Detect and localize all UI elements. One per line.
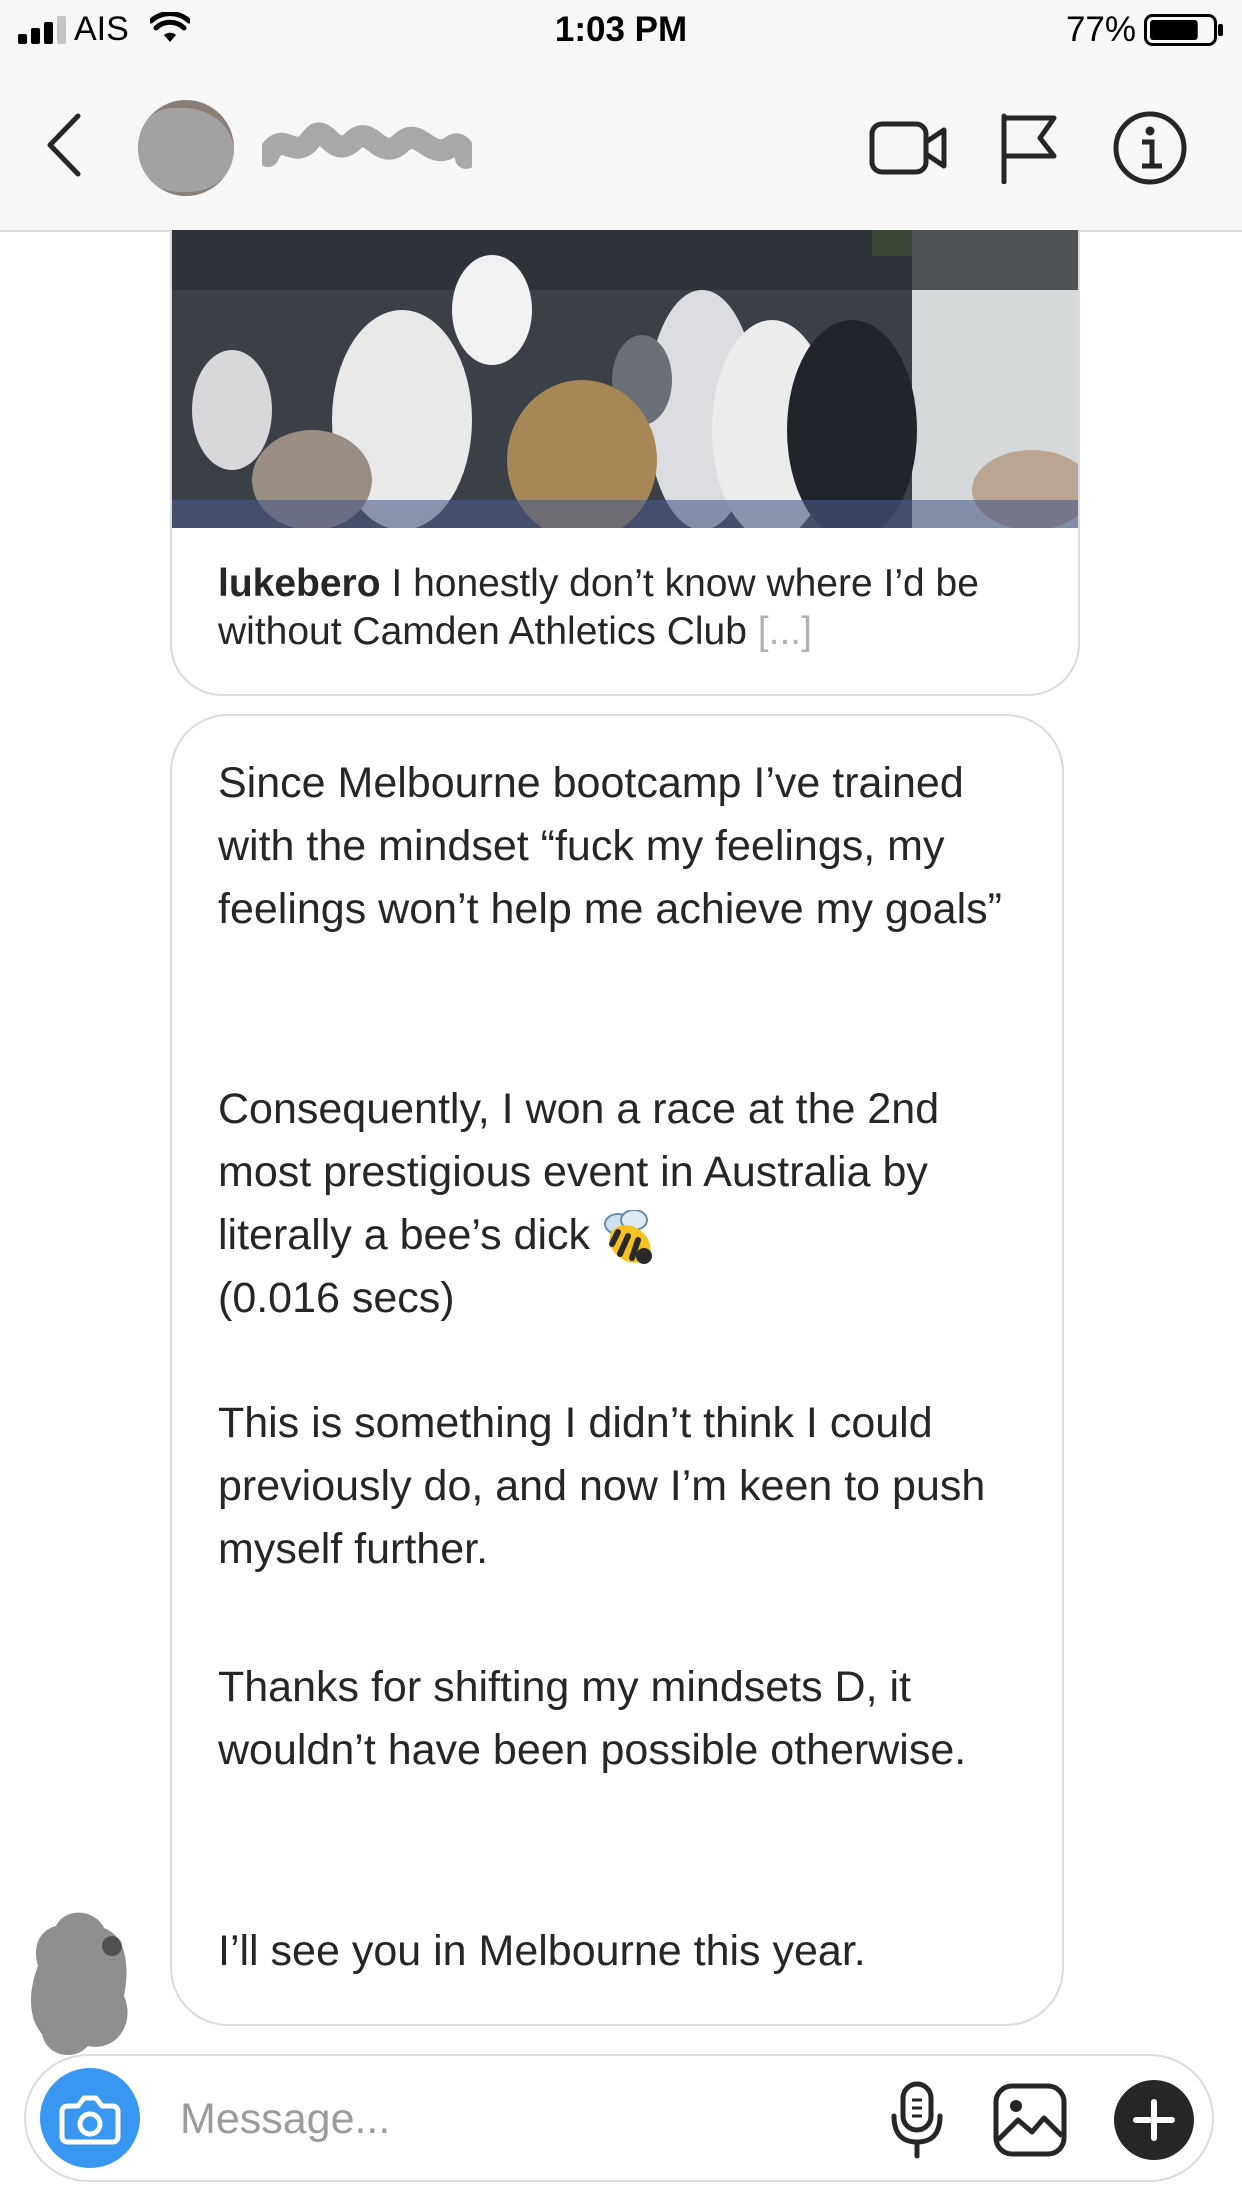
battery-percentage: 77% — [1065, 10, 1136, 49]
message-composer — [24, 2054, 1214, 2182]
message-bubble[interactable]: Since Melbourne bootcamp I’ve trained wi… — [170, 714, 1064, 2026]
battery-icon — [1144, 14, 1223, 46]
shared-post-card[interactable]: lukebero I honestly don’t know where I’d… — [170, 230, 1080, 696]
message-paragraph: Thanks for shifting my mindsets D, it wo… — [218, 1663, 967, 1774]
message-paragraph-text: (0.016 secs) — [218, 1274, 455, 1322]
redacted-username[interactable] — [262, 118, 472, 174]
conversation-header — [0, 62, 1242, 232]
caption-ellipsis[interactable]: [...] — [758, 610, 812, 653]
sender-avatar[interactable] — [26, 1906, 138, 2058]
avatar[interactable] — [138, 100, 234, 196]
shared-post-image[interactable] — [172, 230, 1078, 528]
message-input[interactable] — [180, 2084, 780, 2154]
message-paragraph: This is something I didn’t think I could… — [218, 1399, 986, 1573]
status-time: 1:03 PM — [554, 10, 688, 49]
chevron-left-icon[interactable] — [44, 112, 84, 178]
status-bar: AIS 1:03 PM 77% — [0, 0, 1242, 62]
message-paragraph: I’ll see you in Melbourne this year. — [218, 1927, 866, 1975]
message-paragraph: Since Melbourne bootcamp I’ve trained wi… — [218, 759, 1002, 933]
flag-icon[interactable] — [996, 112, 1060, 184]
plus-button[interactable] — [1114, 2080, 1194, 2160]
bee-emoji-icon — [604, 1209, 653, 1264]
video-camera-icon[interactable] — [868, 114, 948, 182]
message-paragraph: Consequently, I won a race at the 2nd mo… — [218, 1078, 1038, 1330]
plus-icon — [1133, 2099, 1175, 2141]
camera-icon — [59, 2095, 121, 2145]
gallery-icon[interactable] — [992, 2082, 1068, 2158]
camera-button[interactable] — [40, 2068, 140, 2168]
message-paragraph-text: Consequently, I won a race at the 2nd mo… — [218, 1085, 940, 1259]
shared-post-username[interactable]: lukebero — [218, 562, 381, 605]
shared-post-caption: lukebero I honestly don’t know where I’d… — [218, 560, 1048, 656]
microphone-icon[interactable] — [888, 2080, 946, 2160]
info-icon[interactable] — [1112, 110, 1188, 186]
